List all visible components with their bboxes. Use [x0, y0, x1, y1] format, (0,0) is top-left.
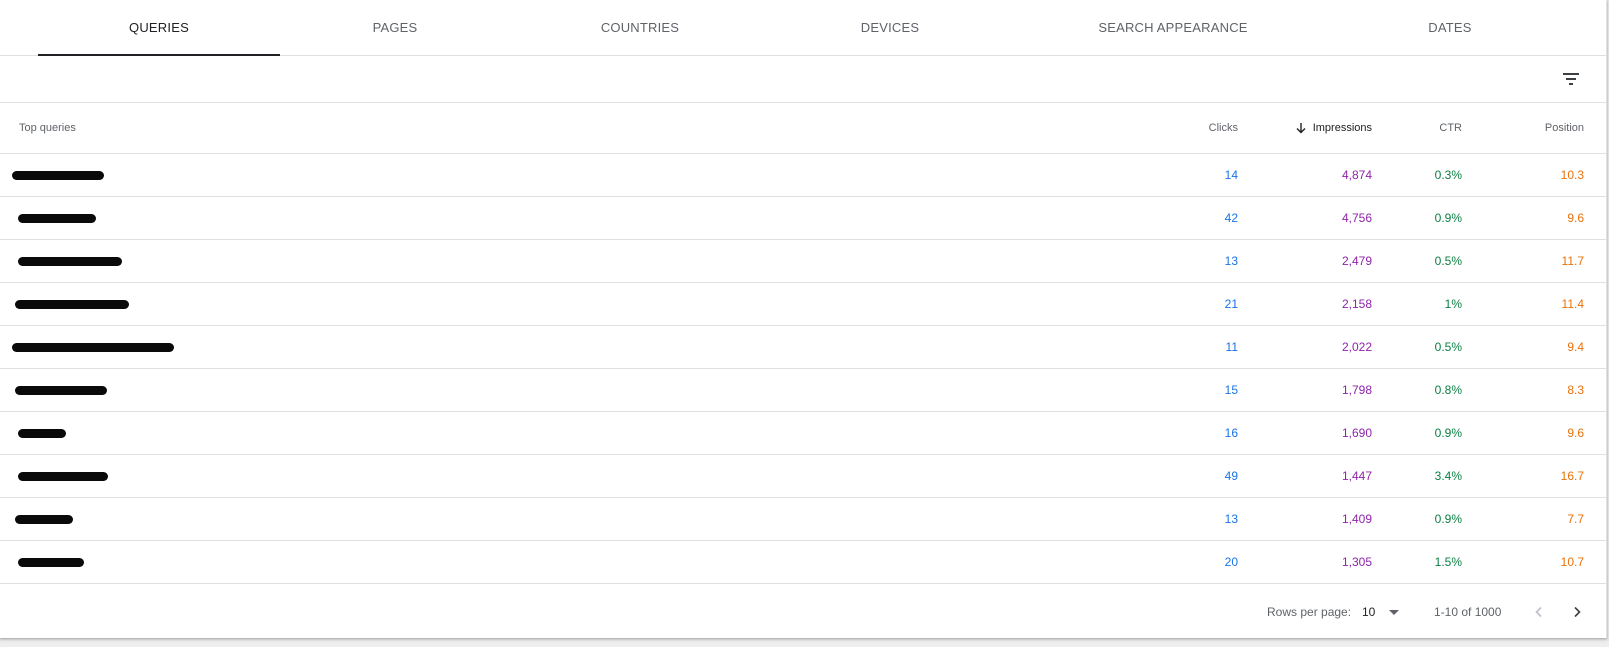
- arrow-downward-icon: [1295, 122, 1307, 134]
- column-header-query: Top queries: [19, 122, 76, 134]
- ctr-cell: 0.9%: [1434, 426, 1462, 440]
- redacted-query: [12, 342, 174, 352]
- ctr-cell: 0.5%: [1434, 340, 1462, 354]
- table-row[interactable]: 11 2,022 0.5% 9.4: [0, 326, 1606, 369]
- table-row[interactable]: 20 1,305 1.5% 10.7: [0, 541, 1606, 584]
- query-cell[interactable]: [12, 498, 73, 540]
- column-header-position[interactable]: Position: [1545, 103, 1584, 153]
- ctr-cell: 0.9%: [1434, 211, 1462, 225]
- pagination-range: 1-10 of 1000: [1434, 605, 1502, 619]
- redacted-query: [15, 385, 107, 395]
- query-cell[interactable]: [12, 197, 96, 239]
- table-pagination: Rows per page: 10 1-10 of 1000: [0, 588, 1606, 636]
- position-cell: 9.6: [1567, 211, 1584, 225]
- table-body: 14 4,874 0.3% 10.3 42 4,756 0.9% 9.6 13 …: [0, 154, 1606, 584]
- impressions-cell: 4,874: [1341, 168, 1372, 182]
- impressions-cell: 2,022: [1341, 340, 1372, 354]
- position-cell: 7.7: [1567, 512, 1584, 526]
- table-row[interactable]: 13 1,409 0.9% 7.7: [0, 498, 1606, 541]
- clicks-cell: 13: [1224, 254, 1238, 268]
- position-cell: 9.4: [1567, 340, 1584, 354]
- redacted-query: [18, 213, 96, 223]
- query-cell[interactable]: [12, 455, 108, 497]
- rows-per-page-select[interactable]: 10: [1362, 588, 1400, 636]
- rows-per-page-value: 10: [1362, 605, 1376, 619]
- redacted-query: [18, 557, 84, 567]
- table-row[interactable]: 15 1,798 0.8% 8.3: [0, 369, 1606, 412]
- chevron-right-icon[interactable]: [1565, 600, 1589, 624]
- redacted-query: [18, 256, 122, 266]
- performance-table-card: QUERIES PAGES COUNTRIES DEVICES SEARCH A…: [0, 0, 1607, 638]
- ctr-cell: 0.8%: [1434, 383, 1462, 397]
- clicks-cell: 16: [1224, 426, 1238, 440]
- table-row[interactable]: 13 2,479 0.5% 11.7: [0, 240, 1606, 283]
- position-cell: 8.3: [1567, 383, 1584, 397]
- impressions-cell: 1,690: [1341, 426, 1372, 440]
- column-header-impressions[interactable]: Impressions: [1295, 103, 1372, 153]
- table-toolbar: [0, 56, 1606, 103]
- dimension-tabs: QUERIES PAGES COUNTRIES DEVICES SEARCH A…: [0, 0, 1606, 56]
- clicks-cell: 20: [1224, 555, 1238, 569]
- redacted-query: [15, 514, 73, 524]
- chevron-left-icon[interactable]: [1527, 600, 1551, 624]
- query-cell[interactable]: [12, 240, 122, 282]
- tab-devices[interactable]: DEVICES: [770, 0, 1010, 55]
- column-header-impressions-label: Impressions: [1312, 122, 1372, 134]
- impressions-cell: 2,158: [1341, 297, 1372, 311]
- clicks-cell: 42: [1224, 211, 1238, 225]
- tab-countries[interactable]: COUNTRIES: [520, 0, 760, 55]
- clicks-cell: 15: [1224, 383, 1238, 397]
- column-header-clicks[interactable]: Clicks: [1209, 103, 1238, 153]
- ctr-cell: 0.5%: [1434, 254, 1462, 268]
- table-header: Top queries Clicks Impressions CTR Posit…: [0, 103, 1606, 154]
- ctr-cell: 1%: [1444, 297, 1462, 311]
- filter-list-icon[interactable]: [1558, 66, 1584, 92]
- table-row[interactable]: 14 4,874 0.3% 10.3: [0, 154, 1606, 197]
- rows-per-page-label: Rows per page:: [1267, 605, 1352, 619]
- query-cell[interactable]: [12, 412, 66, 454]
- position-cell: 16.7: [1560, 469, 1584, 483]
- impressions-cell: 4,756: [1341, 211, 1372, 225]
- position-cell: 9.6: [1567, 426, 1584, 440]
- position-cell: 10.3: [1560, 168, 1584, 182]
- clicks-cell: 13: [1224, 512, 1238, 526]
- table-row[interactable]: 49 1,447 3.4% 16.7: [0, 455, 1606, 498]
- column-header-ctr[interactable]: CTR: [1439, 103, 1462, 153]
- table-row[interactable]: 16 1,690 0.9% 9.6: [0, 412, 1606, 455]
- ctr-cell: 0.9%: [1434, 512, 1462, 526]
- tab-queries[interactable]: QUERIES: [38, 0, 280, 56]
- impressions-cell: 2,479: [1341, 254, 1372, 268]
- tab-pages[interactable]: PAGES: [280, 0, 510, 55]
- redacted-query: [15, 299, 129, 309]
- impressions-cell: 1,409: [1341, 512, 1372, 526]
- clicks-cell: 11: [1225, 340, 1238, 354]
- table-row[interactable]: 21 2,158 1% 11.4: [0, 283, 1606, 326]
- impressions-cell: 1,305: [1341, 555, 1372, 569]
- redacted-query: [18, 428, 66, 438]
- redacted-query: [18, 471, 108, 481]
- table-row[interactable]: 42 4,756 0.9% 9.6: [0, 197, 1606, 240]
- arrow-drop-down-icon: [1389, 609, 1400, 615]
- position-cell: 11.7: [1561, 254, 1584, 268]
- redacted-query: [12, 170, 104, 180]
- query-cell[interactable]: [12, 154, 104, 196]
- ctr-cell: 1.5%: [1434, 555, 1462, 569]
- tab-search-appearance[interactable]: SEARCH APPEARANCE: [1050, 0, 1296, 55]
- ctr-cell: 3.4%: [1434, 469, 1462, 483]
- query-cell[interactable]: [12, 369, 107, 411]
- ctr-cell: 0.3%: [1434, 168, 1462, 182]
- impressions-cell: 1,447: [1341, 469, 1372, 483]
- position-cell: 10.7: [1560, 555, 1584, 569]
- impressions-cell: 1,798: [1341, 383, 1372, 397]
- position-cell: 11.4: [1561, 297, 1584, 311]
- query-cell[interactable]: [12, 283, 129, 325]
- query-cell[interactable]: [12, 326, 174, 368]
- clicks-cell: 14: [1224, 168, 1238, 182]
- clicks-cell: 49: [1224, 469, 1238, 483]
- query-cell[interactable]: [12, 541, 84, 583]
- tab-dates[interactable]: DATES: [1330, 0, 1570, 55]
- clicks-cell: 21: [1224, 297, 1238, 311]
